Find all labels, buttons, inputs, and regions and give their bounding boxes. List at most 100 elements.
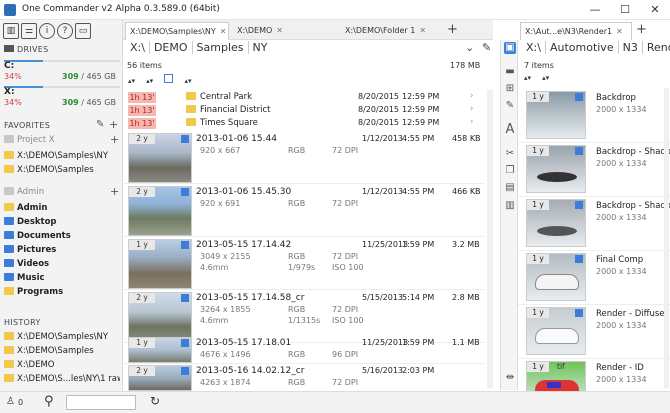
add-group-icon[interactable]: + bbox=[110, 133, 119, 146]
folder-row[interactable]: 1h 13' Central Park 8/20/2015 12:59 PM › bbox=[124, 91, 484, 104]
sidebar-item-admin[interactable]: Admin bbox=[4, 203, 120, 216]
maximize-button[interactable]: ☐ bbox=[610, 0, 640, 20]
file-row[interactable]: 2 y 2013-01-06 15.45.30 920 x 691 RGB 72… bbox=[124, 185, 484, 237]
image-type-icon bbox=[181, 294, 189, 302]
render-thumbnail: 1 y bbox=[526, 199, 586, 247]
chevron-right-icon: › bbox=[470, 117, 474, 127]
list-item[interactable]: 1 y Backdrop - Shadow 2000 x 1334 bbox=[518, 143, 670, 197]
delete-icon[interactable]: ▥ bbox=[504, 200, 516, 212]
new-tab-button[interactable]: + bbox=[447, 22, 458, 37]
favorite-item[interactable]: X:\DEMO\Samples\NY bbox=[4, 151, 120, 164]
folder-icon bbox=[4, 346, 14, 354]
chevron-down-icon[interactable]: ⌄ bbox=[465, 41, 474, 54]
search-input[interactable] bbox=[66, 395, 136, 410]
history-item[interactable]: X:\DEMO\S...les\NY\1 raw bbox=[4, 374, 120, 387]
minimize-button[interactable]: — bbox=[580, 0, 610, 20]
documents-icon bbox=[4, 231, 14, 239]
file-row[interactable]: 1 y 2013-05-15 17.18.01 4676 x 1496 RGB … bbox=[124, 336, 484, 364]
tab-ny[interactable]: X:\DEMO\Samples\NY ✕ bbox=[125, 22, 229, 40]
close-button[interactable]: ✕ bbox=[640, 0, 670, 20]
drive-c[interactable]: C: 34% 309 / 465 GB bbox=[4, 57, 120, 85]
crumb-demo[interactable]: DEMO bbox=[149, 41, 193, 54]
image-thumbnail: 1 y bbox=[128, 239, 192, 289]
tab-folder1[interactable]: X:\DEMO\Folder 1 ✕ bbox=[341, 22, 441, 40]
render-thumbnail: 1 y bbox=[526, 91, 586, 139]
sidebar-item-desktop[interactable]: Desktop bbox=[4, 217, 120, 230]
info-icon[interactable]: i bbox=[39, 23, 55, 39]
favorites-group[interactable]: Project X bbox=[4, 135, 120, 148]
drive-x[interactable]: X: 34% 309 / 465 GB bbox=[4, 83, 120, 111]
file-row[interactable]: 2 y 2013-01-06 15.44 920 x 667 RGB 72 DP… bbox=[124, 132, 484, 184]
history-item[interactable]: X:\DEMO\Samples bbox=[4, 346, 120, 359]
crumb-n3[interactable]: N3 bbox=[618, 41, 643, 54]
tab-demo[interactable]: X:\DEMO ✕ bbox=[233, 22, 333, 40]
list-item[interactable]: 1 y Backdrop - Shadow 2000 x 1334 bbox=[518, 197, 670, 251]
new-folder-icon[interactable]: ▬ bbox=[504, 66, 516, 78]
help-icon[interactable]: ? bbox=[57, 23, 73, 39]
list-item[interactable]: 1 y Render - Diffuse 2000 x 1334 bbox=[518, 305, 670, 359]
file-row[interactable]: 1 y 2013-05-15 17.14.42 3049 x 2155 RGB … bbox=[124, 238, 484, 290]
refresh-icon[interactable]: ↻ bbox=[150, 394, 160, 408]
sidebar-item-documents[interactable]: Documents bbox=[4, 231, 120, 244]
image-thumbnail: 1 y bbox=[128, 337, 192, 363]
file-row[interactable]: 2 y 2013-05-16 14.02.12_cr 4263 x 1874 R… bbox=[124, 364, 484, 391]
sliders-icon[interactable]: ⚌ bbox=[21, 23, 37, 39]
add-favorite-icon[interactable]: + bbox=[109, 118, 118, 131]
crumb-automotive[interactable]: Automotive bbox=[545, 41, 619, 54]
folder-icon bbox=[4, 287, 14, 295]
folder-row[interactable]: 1h 13' Times Square 8/20/2015 12:59 PM › bbox=[124, 117, 484, 130]
cut-icon[interactable]: ✂ bbox=[504, 148, 516, 160]
list-item[interactable]: 1 y Final Comp 2000 x 1334 bbox=[518, 251, 670, 305]
folder-row[interactable]: 1h 13' Financial District 8/20/2015 12:5… bbox=[124, 104, 484, 117]
split-view-icon[interactable]: ⇹ bbox=[504, 372, 516, 384]
image-view-icon[interactable]: ▣ bbox=[504, 42, 516, 54]
chat-icon[interactable]: ▭ bbox=[75, 23, 91, 39]
sidebar-item-videos[interactable]: Videos bbox=[4, 259, 120, 272]
paste-icon[interactable]: ▤ bbox=[504, 182, 516, 194]
crumb-render[interactable]: Render bbox=[643, 41, 670, 54]
drives-header: DRIVES bbox=[4, 45, 48, 54]
list-item[interactable]: 1 y Backdrop 2000 x 1334 bbox=[518, 89, 670, 143]
app-icon bbox=[4, 4, 16, 16]
history-item[interactable]: X:\DEMO\Samples\NY bbox=[4, 332, 120, 345]
folder-icon bbox=[4, 203, 14, 211]
columns-icon[interactable]: ▥ bbox=[3, 23, 19, 39]
middle-tab-bar: X:\DEMO\Samples\NY ✕ X:\DEMO ✕ X:\DEMO\Fol… bbox=[123, 20, 493, 40]
folder-icon bbox=[186, 118, 196, 126]
add-admin-icon[interactable]: + bbox=[110, 185, 119, 198]
image-type-icon bbox=[181, 188, 189, 196]
copy-icon[interactable]: ❐ bbox=[504, 165, 516, 177]
image-thumbnail: 2 y bbox=[128, 292, 192, 342]
edit-file-icon[interactable]: ✎ bbox=[504, 100, 516, 112]
desktop-icon bbox=[4, 217, 14, 225]
right-scrollbar[interactable] bbox=[664, 88, 669, 388]
item-count: 7 items bbox=[524, 61, 554, 70]
crumb-samples[interactable]: Samples bbox=[192, 41, 249, 54]
sort-arrows-icon[interactable]: ▴▾ ▴▾ ▴▾ bbox=[128, 74, 191, 85]
sidebar-item-programs[interactable]: Programs bbox=[4, 287, 120, 300]
middle-scrollbar[interactable] bbox=[487, 90, 493, 388]
image-type-icon bbox=[575, 93, 583, 101]
rename-icon[interactable]: A bbox=[504, 123, 516, 136]
right-pane: X:\Aut...e\N3\Render1 ✕ + X:\ Automotive N3… bbox=[518, 20, 670, 409]
sidebar-item-music[interactable]: Music bbox=[4, 273, 120, 286]
sort-arrows-icon[interactable]: ▴▾ ▴▾ bbox=[524, 74, 549, 82]
image-type-icon bbox=[181, 367, 189, 375]
tab-render[interactable]: X:\Aut...e\N3\Render1 ✕ bbox=[520, 22, 632, 40]
favorite-item[interactable]: X:\DEMO\Samples bbox=[4, 165, 120, 178]
edit-path-icon[interactable]: ✎ bbox=[482, 41, 491, 54]
action-toolbar: ▣ ▬ ⊞ ✎ A ✂ ❐ ▤ ▥ ⇹ bbox=[500, 40, 518, 390]
admin-group[interactable]: Admin bbox=[4, 187, 120, 200]
history-item[interactable]: X:\DEMO bbox=[4, 360, 120, 373]
sidebar-item-pictures[interactable]: Pictures bbox=[4, 245, 120, 258]
crumb-root[interactable]: X:\ bbox=[522, 41, 546, 54]
image-thumbnail: 2 y bbox=[128, 133, 192, 183]
crumb-ny[interactable]: NY bbox=[249, 41, 272, 54]
search-icon[interactable]: ⚲ bbox=[44, 394, 54, 409]
new-file-icon[interactable]: ⊞ bbox=[504, 83, 516, 95]
breadcrumb: X:\AutomotiveN3Render bbox=[522, 41, 670, 59]
user-icon[interactable]: ♙ bbox=[6, 396, 15, 407]
new-tab-button[interactable]: + bbox=[636, 22, 647, 37]
edit-icon[interactable]: ✎ bbox=[96, 119, 104, 130]
crumb-root[interactable]: X:\ bbox=[126, 41, 150, 54]
